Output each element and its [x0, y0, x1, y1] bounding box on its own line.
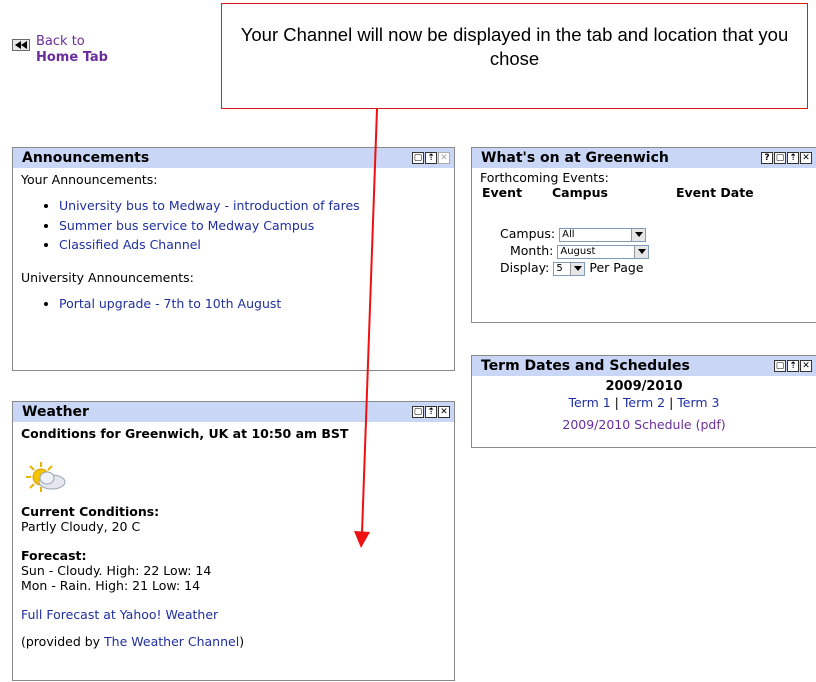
month-select[interactable]: August	[557, 244, 650, 259]
campus-select-value: All	[562, 228, 575, 240]
academic-year: 2009/2010	[605, 379, 683, 394]
provided-prefix: (provided by	[21, 634, 105, 649]
separator: |	[610, 395, 623, 410]
chevron-down-icon	[634, 245, 649, 258]
whats-on-title: What's on at Greenwich	[481, 150, 669, 166]
campus-label: Campus:	[500, 226, 556, 241]
current-conditions-value: Partly Cloudy, 20 C	[21, 519, 141, 534]
forthcoming-label: Forthcoming Events:	[480, 170, 609, 185]
list-item: Summer bus service to Medway Campus	[59, 216, 446, 236]
maximize-icon[interactable]: ▢	[774, 152, 786, 164]
per-page-label: Per Page	[589, 260, 644, 275]
forecast-day: Sun - Cloudy. High: 22 Low: 14	[21, 563, 212, 578]
display-label: Display:	[500, 260, 550, 275]
maximize-icon[interactable]: ▢	[412, 152, 424, 164]
announcements-channel: Announcements ▢ ⇡ ✕ Your Announcements: …	[12, 147, 455, 371]
current-conditions-label: Current Conditions:	[21, 504, 160, 519]
university-announcements-list: Portal upgrade - 7th to 10th August	[21, 294, 446, 314]
announcement-link[interactable]: Summer bus service to Medway Campus	[59, 218, 314, 233]
instruction-callout: Your Channel will now be displayed in th…	[221, 3, 808, 109]
close-icon[interactable]: ✕	[438, 406, 450, 418]
rewind-icon	[12, 39, 30, 51]
announcements-header: Announcements ▢ ⇡ ✕	[13, 148, 454, 168]
close-icon[interactable]: ✕	[800, 152, 812, 164]
column-event-date: Event Date	[676, 185, 754, 200]
back-label: Back to	[36, 34, 85, 49]
whats-on-header: What's on at Greenwich ? ▢ ⇡ ✕	[472, 148, 816, 168]
maximize-icon[interactable]: ▢	[412, 406, 424, 418]
month-select-value: August	[560, 245, 596, 257]
weather-header: Weather ▢ ⇡ ✕	[13, 402, 454, 422]
weather-channel: Weather ▢ ⇡ ✕ Conditions for Greenwich, …	[12, 401, 455, 681]
schedule-pdf-link[interactable]: 2009/2010 Schedule (pdf)	[562, 417, 725, 432]
home-tab-label: Home Tab	[36, 50, 108, 65]
announcement-link[interactable]: Portal upgrade - 7th to 10th August	[59, 296, 281, 311]
whats-on-channel: What's on at Greenwich ? ▢ ⇡ ✕ Forthcomi…	[471, 147, 816, 323]
provided-suffix: )	[239, 634, 245, 649]
forecast-day: Mon - Rain. High: 21 Low: 14	[21, 578, 201, 593]
chevron-down-icon	[631, 228, 646, 241]
chevron-down-icon	[570, 262, 585, 275]
weather-title: Weather	[22, 404, 89, 420]
partly-cloudy-icon	[25, 461, 446, 496]
close-icon[interactable]: ✕	[800, 360, 812, 372]
month-row: Month: August	[480, 242, 808, 259]
display-row: Display: 5 Per Page	[480, 259, 808, 276]
provided-by: (provided by The Weather Channel)	[21, 634, 446, 649]
announcements-title: Announcements	[22, 150, 150, 166]
back-to-home-text: Back to Home Tab	[36, 34, 108, 66]
list-item: University bus to Medway - introduction …	[59, 196, 446, 216]
term-3-link[interactable]: Term 3	[677, 395, 719, 410]
minimize-icon[interactable]: ⇡	[425, 406, 437, 418]
announcement-link[interactable]: University bus to Medway - introduction …	[59, 198, 360, 213]
minimize-icon[interactable]: ⇡	[787, 360, 799, 372]
term-links: Term 1 | Term 2 | Term 3	[472, 395, 816, 411]
display-select-value: 5	[556, 262, 563, 274]
column-event: Event	[482, 185, 523, 200]
close-icon: ✕	[438, 152, 450, 164]
list-item: Classified Ads Channel	[59, 235, 446, 255]
month-label: Month:	[510, 243, 554, 258]
forecast-label: Forecast:	[21, 548, 87, 563]
term-1-link[interactable]: Term 1	[568, 395, 610, 410]
campus-select[interactable]: All	[559, 227, 647, 242]
conditions-title: Conditions for Greenwich, UK at 10:50 am…	[21, 426, 349, 441]
term-2-link[interactable]: Term 2	[623, 395, 665, 410]
minimize-icon[interactable]: ⇡	[425, 152, 437, 164]
term-dates-title: Term Dates and Schedules	[481, 358, 690, 374]
university-announcements-label: University Announcements:	[21, 269, 194, 285]
column-campus: Campus	[552, 185, 608, 200]
list-item: Portal upgrade - 7th to 10th August	[59, 294, 446, 314]
your-announcements-label: Your Announcements:	[21, 172, 158, 187]
events-table-header: Event Campus Event Date	[480, 185, 808, 200]
callout-text: Your Channel will now be displayed in th…	[240, 24, 789, 69]
full-forecast-link[interactable]: Full Forecast at Yahoo! Weather	[21, 607, 218, 622]
campus-row: Campus: All	[480, 225, 808, 242]
term-dates-header: Term Dates and Schedules ▢ ⇡ ✕	[472, 356, 816, 376]
back-to-home-link[interactable]: Back to Home Tab	[12, 34, 108, 66]
help-icon[interactable]: ?	[761, 152, 773, 164]
announcement-link[interactable]: Classified Ads Channel	[59, 237, 201, 252]
your-announcements-list: University bus to Medway - introduction …	[21, 196, 446, 255]
display-select[interactable]: 5	[553, 261, 586, 276]
separator: |	[665, 395, 678, 410]
weather-channel-link[interactable]: The Weather Channel	[104, 634, 239, 649]
term-dates-channel: Term Dates and Schedules ▢ ⇡ ✕ 2009/2010…	[471, 355, 816, 448]
maximize-icon[interactable]: ▢	[774, 360, 786, 372]
minimize-icon[interactable]: ⇡	[787, 152, 799, 164]
